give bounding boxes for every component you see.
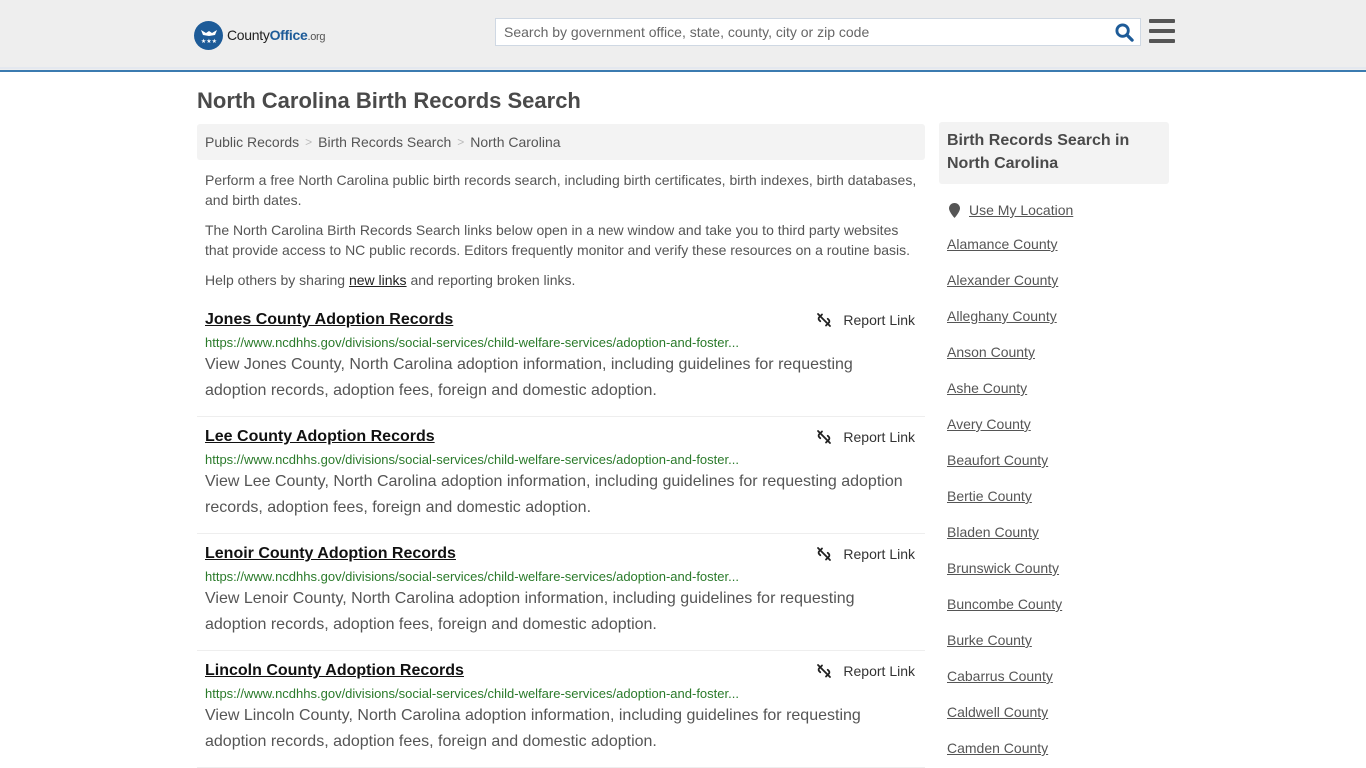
broken-link-icon [817,430,832,444]
result-item: Lee County Adoption Records Report Link … [197,417,925,534]
county-link[interactable]: Brunswick County [947,560,1059,576]
result-title-link[interactable]: Jones County Adoption Records [205,311,453,329]
report-link-button[interactable]: Report Link [816,663,915,679]
broken-link-icon [817,664,832,678]
result-url: https://www.ncdhhs.gov/divisions/social-… [205,452,739,467]
county-link[interactable]: Buncombe County [947,596,1062,612]
county-link[interactable]: Caldwell County [947,704,1048,720]
result-url: https://www.ncdhhs.gov/divisions/social-… [205,569,739,584]
results-list: Jones County Adoption Records Report Lin… [197,300,925,768]
county-link[interactable]: Alamance County [947,236,1058,252]
search-input[interactable] [496,19,1108,45]
breadcrumb-birth-records-search[interactable]: Birth Records Search [318,134,451,150]
breadcrumb-public-records[interactable]: Public Records [205,134,299,150]
report-link-button[interactable]: Report Link [816,546,915,562]
county-list-item: Avery County [947,406,1169,442]
result-item: Lincoln County Adoption Records Report L… [197,651,925,768]
county-list-item: Bertie County [947,478,1169,514]
county-link[interactable]: Anson County [947,344,1035,360]
county-list-item: Alleghany County [947,298,1169,334]
county-link[interactable]: Cabarrus County [947,668,1053,684]
result-description: View Lee County, North Carolina adoption… [205,473,903,516]
county-list-item: Alamance County [947,226,1169,262]
county-list-item: Burke County [947,622,1169,658]
county-link[interactable]: Bertie County [947,488,1032,504]
broken-link-icon [817,313,832,327]
broken-link-icon [817,547,832,561]
county-list-item: Alexander County [947,262,1169,298]
result-title-link[interactable]: Lincoln County Adoption Records [205,662,464,680]
result-item: Jones County Adoption Records Report Lin… [197,300,925,417]
result-description: View Lincoln County, North Carolina adop… [205,707,861,750]
report-link-button[interactable]: Report Link [816,312,915,328]
sidebar-heading: Birth Records Search in North Carolina [939,122,1169,184]
hamburger-menu-icon[interactable] [1149,19,1175,43]
map-pin-icon [949,202,960,218]
county-link[interactable]: Camden County [947,740,1048,756]
breadcrumb-separator: > [305,135,313,149]
county-list-item: Beaufort County [947,442,1169,478]
county-link[interactable]: Ashe County [947,380,1027,396]
intro-paragraph-2: The North Carolina Birth Records Search … [205,222,911,258]
result-url: https://www.ncdhhs.gov/divisions/social-… [205,335,739,350]
site-logo[interactable]: ★★★ CountyOffice.org [194,20,326,50]
county-link[interactable]: Burke County [947,632,1032,648]
county-link[interactable]: Alleghany County [947,308,1057,324]
county-list-item: Bladen County [947,514,1169,550]
use-my-location: Use My Location [939,202,1169,218]
logo-text: CountyOffice.org [227,27,326,43]
county-link[interactable]: Beaufort County [947,452,1048,468]
county-list-item: Cabarrus County [947,658,1169,694]
report-link-button[interactable]: Report Link [816,429,915,445]
result-description: View Jones County, North Carolina adopti… [205,356,853,399]
breadcrumb-north-carolina[interactable]: North Carolina [470,134,560,150]
intro-text: Perform a free North Carolina public bir… [205,170,925,300]
county-link[interactable]: Avery County [947,416,1031,432]
eagle-stars-icon: ★★★ [194,20,223,50]
county-link[interactable]: Bladen County [947,524,1039,540]
county-list-item: Caldwell County [947,694,1169,730]
county-list-item: Ashe County [947,370,1169,406]
intro-paragraph-1: Perform a free North Carolina public bir… [205,172,917,208]
search-button[interactable] [1108,19,1140,45]
use-my-location-link[interactable]: Use My Location [969,202,1073,218]
county-list-item: Anson County [947,334,1169,370]
result-title-link[interactable]: Lee County Adoption Records [205,428,435,446]
result-url: https://www.ncdhhs.gov/divisions/social-… [205,686,739,701]
result-title-link[interactable]: Lenoir County Adoption Records [205,545,456,563]
county-link[interactable]: Alexander County [947,272,1058,288]
county-list: Alamance County Alexander County Allegha… [939,226,1169,766]
breadcrumb-separator: > [457,135,465,149]
county-list-item: Brunswick County [947,550,1169,586]
search-icon [1114,22,1134,42]
county-list-item: Camden County [947,730,1169,766]
result-description: View Lenoir County, North Carolina adopt… [205,590,855,633]
new-links-link[interactable]: new links [349,272,407,288]
sidebar: Birth Records Search in North Carolina U… [939,122,1169,766]
search-box [495,18,1141,46]
page-title: North Carolina Birth Records Search [197,88,581,113]
county-list-item: Buncombe County [947,586,1169,622]
breadcrumb: Public Records > Birth Records Search > … [197,124,925,160]
result-item: Lenoir County Adoption Records Report Li… [197,534,925,651]
site-header: ★★★ CountyOffice.org [0,0,1366,72]
intro-paragraph-3: Help others by sharing new links and rep… [205,272,576,288]
svg-text:★★★: ★★★ [200,38,216,45]
